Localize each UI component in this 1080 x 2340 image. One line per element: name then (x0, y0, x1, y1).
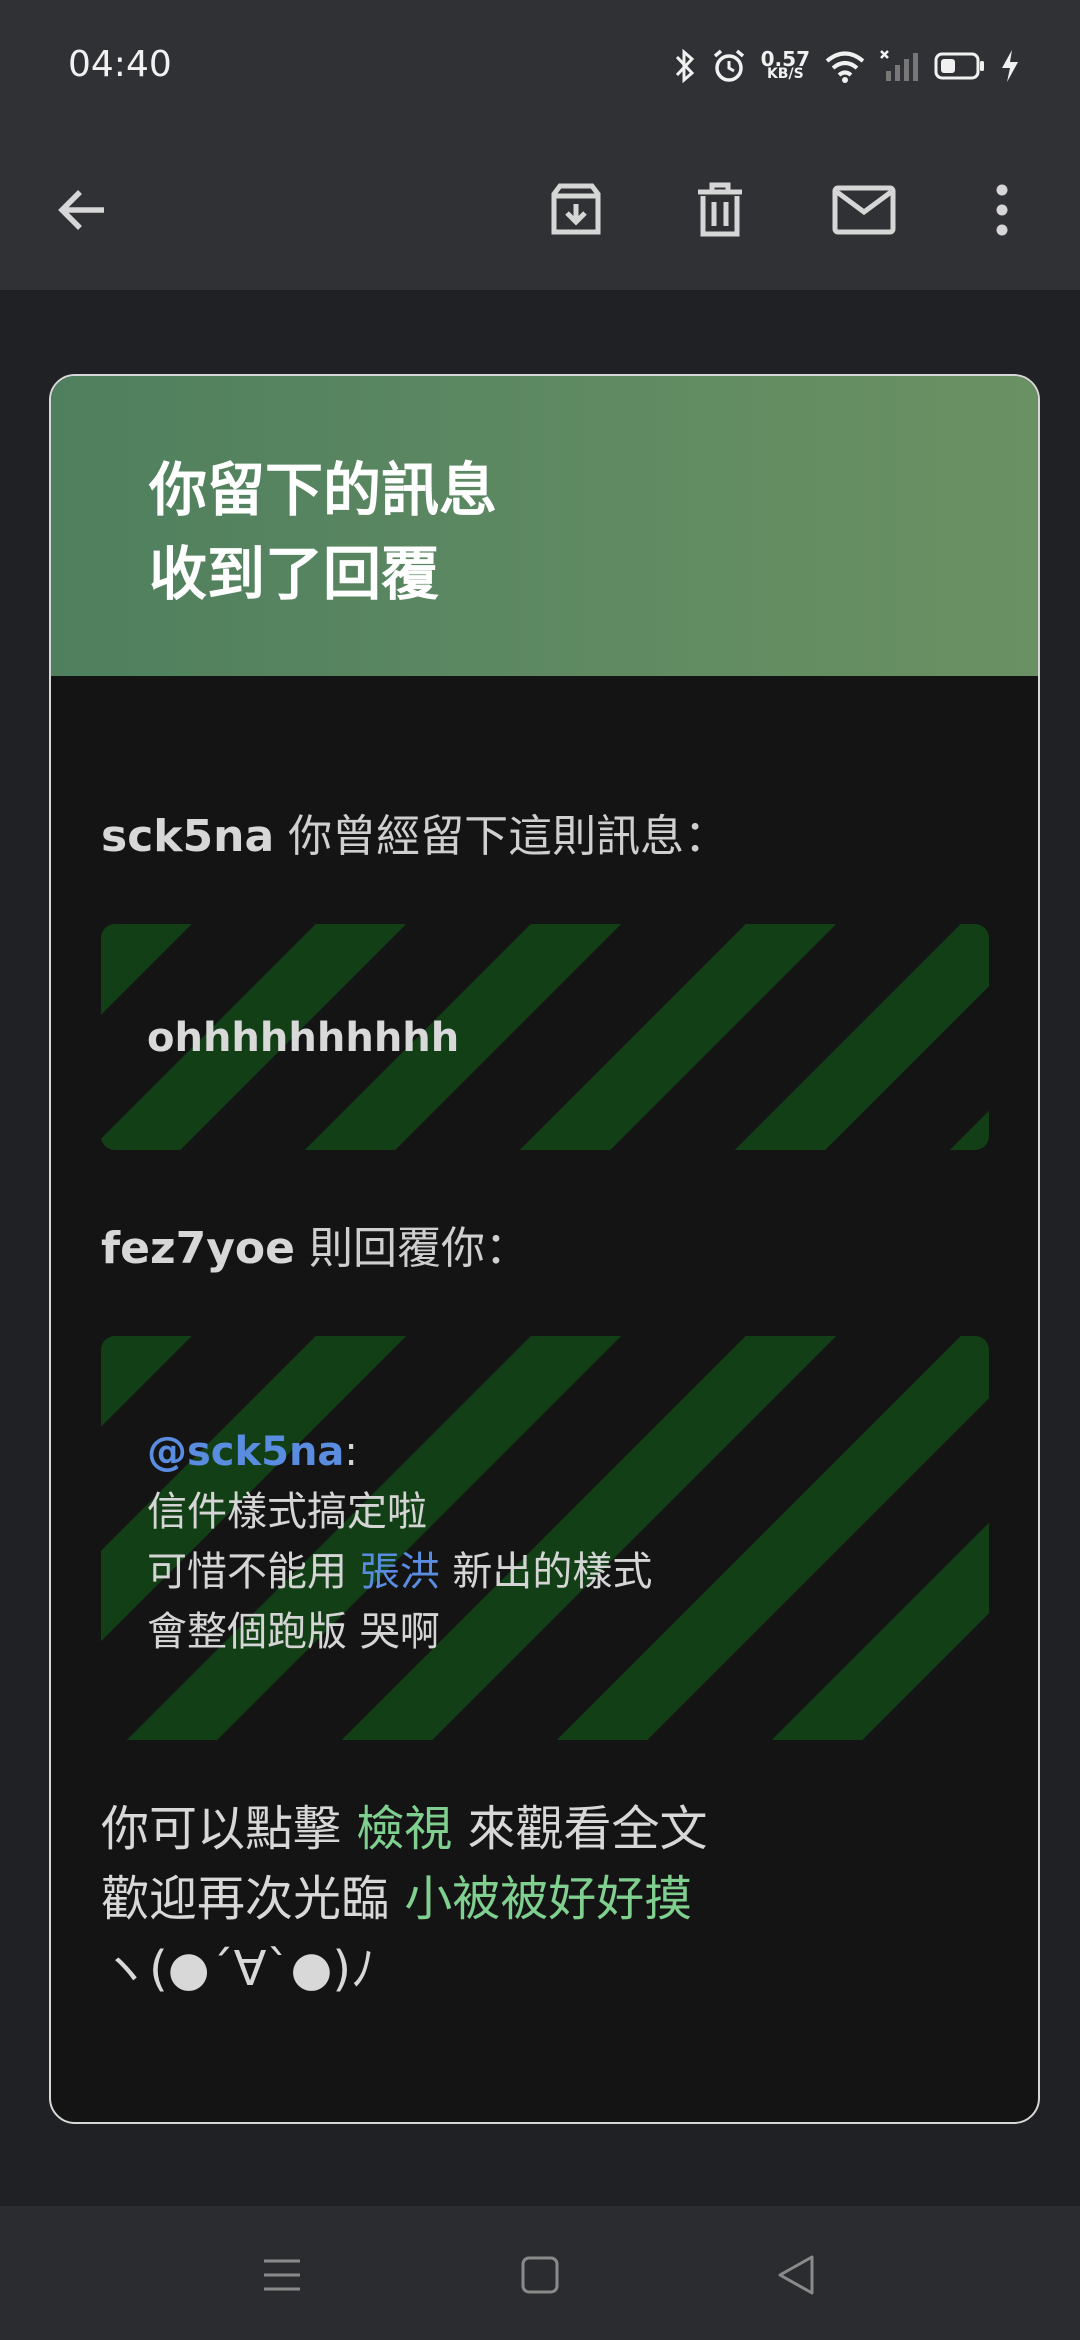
status-time: 04:40 (68, 44, 172, 85)
archive-button[interactable] (536, 170, 616, 250)
reply-colon: : (344, 1429, 358, 1475)
footer-line-1-pre: 你可以點擊 (101, 1801, 357, 1857)
email-footer: 你可以點擊 檢視 來觀看全文 歡迎再次光臨 小被被好好摸 ヽ(●´∀`●)ﾉ (101, 1794, 708, 2004)
reply-author: fez7yoe (101, 1223, 295, 1274)
back-arrow-icon (58, 190, 104, 230)
net-speed-unit: KB/S (766, 66, 804, 82)
net-speed: 0.57 KB/S (760, 47, 810, 82)
reply-line-2-post: 新出的樣式 (439, 1549, 653, 1595)
archive-icon (551, 183, 601, 235)
status-icons: 0.57 KB/S (673, 44, 1020, 88)
footer-line-1: 你可以點擊 檢視 來觀看全文 (101, 1794, 708, 1864)
more-vert-icon (996, 184, 1008, 236)
reply-line-2-pre: 可惜不能用 (147, 1549, 360, 1595)
email-card-header: 你留下的訊息 收到了回覆 (51, 376, 1038, 676)
home-button[interactable] (510, 2250, 570, 2300)
original-author: sck5na (101, 811, 275, 862)
battery-icon (934, 51, 986, 81)
reply-label: fez7yoe 則回覆你： (101, 1212, 529, 1276)
charging-icon (1000, 49, 1020, 83)
wifi-icon (824, 49, 866, 83)
back-button-nav[interactable] (766, 2250, 826, 2300)
alarm-icon (711, 48, 747, 84)
reply-message-text: @sck5na: 信件樣式搞定啦 可惜不能用 張洪 新出的樣式 會整個跑版 哭啊 (147, 1422, 652, 1662)
email-card: 你留下的訊息 收到了回覆 sck5na 你曾經留下這則訊息： ohhhhhhhh… (49, 374, 1040, 2124)
net-speed-value: 0.57 (760, 47, 810, 71)
system-nav-bar (0, 2206, 1080, 2340)
email-title: 你留下的訊息 收到了回覆 (149, 456, 498, 608)
site-link[interactable]: 小被被好好摸 (404, 1871, 692, 1927)
footer-line-2-pre: 歡迎再次光臨 (101, 1871, 405, 1927)
footer-kaomoji: ヽ(●´∀`●)ﾉ (101, 1941, 376, 1997)
menu-icon (264, 2259, 300, 2291)
original-message: ohhhhhhhhhh (147, 1015, 460, 1061)
reply-mention[interactable]: @sck5na (147, 1429, 344, 1475)
mark-unread-icon (832, 185, 896, 235)
delete-icon (698, 182, 742, 237)
signal-icon (880, 49, 920, 83)
back-button[interactable] (42, 170, 122, 250)
footer-line-1-post: 來觀看全文 (452, 1801, 708, 1857)
email-toolbar (0, 130, 1080, 290)
status-bar: 04:40 0.57 KB/S (0, 0, 1080, 130)
original-message-text: ohhhhhhhhhh (147, 1008, 459, 1068)
bluetooth-icon (673, 48, 697, 84)
reply-line-2-link[interactable]: 張洪 (360, 1549, 440, 1595)
footer-line-2: 歡迎再次光臨 小被被好好摸 (101, 1864, 708, 1934)
original-message-label: sck5na 你曾經留下這則訊息： (101, 800, 728, 864)
recents-button[interactable] (252, 2250, 312, 2300)
view-link[interactable]: 檢視 (356, 1801, 452, 1857)
more-options-button[interactable] (962, 170, 1042, 250)
reply-line-2: 可惜不能用 張洪 新出的樣式 (147, 1542, 652, 1602)
reply-line-3: 會整個跑版 哭啊 (147, 1609, 440, 1655)
home-square-icon (521, 2256, 559, 2294)
reply-line-1: 信件樣式搞定啦 (147, 1489, 427, 1535)
original-intro: 你曾經留下這則訊息： (274, 811, 729, 862)
back-triangle-icon (778, 2255, 814, 2295)
delete-button[interactable] (680, 170, 760, 250)
mark-unread-button[interactable] (824, 170, 904, 250)
reply-intro: 則回覆你： (294, 1223, 529, 1274)
